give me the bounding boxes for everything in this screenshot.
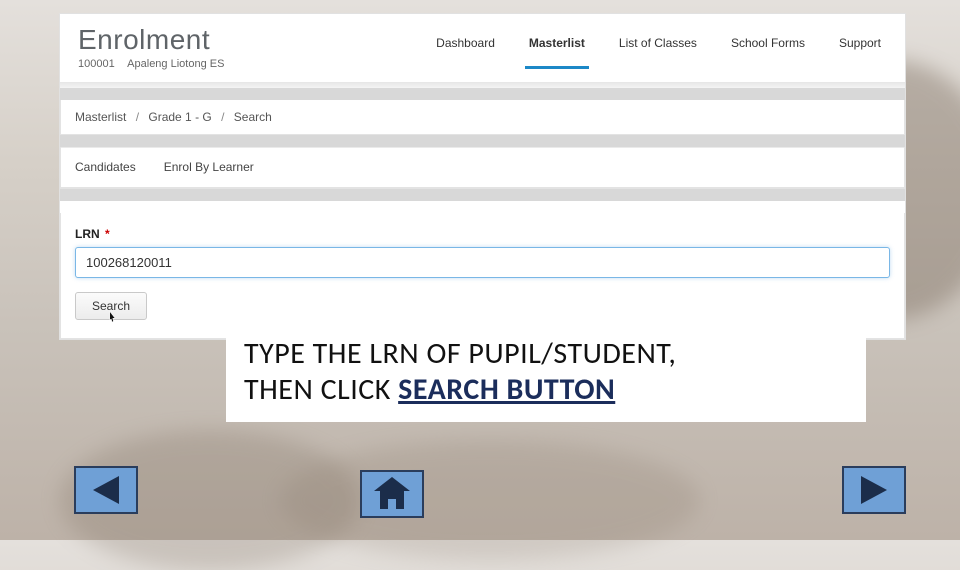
nav-tab-list-of-classes[interactable]: List of Classes [617, 30, 699, 68]
subtab-enrol-by-learner[interactable]: Enrol By Learner [164, 148, 254, 188]
brand-block: Enrolment 100001 Apaleng Liotong ES [60, 14, 242, 82]
panel-gap [60, 135, 905, 147]
breadcrumb-sep: / [221, 110, 224, 124]
home-icon [374, 479, 410, 509]
subtab-underline [61, 187, 904, 188]
instruction-callout: TYPE THE LRN OF PUPIL/STUDENT, THEN CLIC… [226, 328, 866, 422]
panel-gap [60, 189, 905, 201]
subtab-candidates[interactable]: Candidates [75, 148, 136, 188]
search-button[interactable]: Search [75, 292, 147, 320]
prev-slide-button[interactable] [74, 466, 138, 514]
instruction-line-1: TYPE THE LRN OF PUPIL/STUDENT, [244, 336, 848, 372]
background-blur [280, 440, 700, 560]
breadcrumb-item: Search [234, 110, 272, 124]
lrn-label-text: LRN [75, 227, 100, 241]
subtabs-panel: Candidates Enrol By Learner [60, 147, 905, 189]
sub-nav: Candidates Enrol By Learner [61, 147, 904, 188]
breadcrumb-sep: / [136, 110, 139, 124]
breadcrumb: Masterlist / Grade 1 - G / Search [61, 100, 904, 134]
school-name: Apaleng Liotong ES [127, 58, 224, 70]
nav-tab-dashboard[interactable]: Dashboard [434, 30, 497, 68]
page-title: Enrolment [78, 24, 224, 56]
panel-gap [60, 88, 905, 100]
nav-tab-masterlist[interactable]: Masterlist [527, 30, 587, 68]
instruction-line-2-prefix: THEN CLICK [244, 371, 398, 408]
main-nav: Dashboard Masterlist List of Classes Sch… [434, 14, 905, 68]
breadcrumb-item[interactable]: Grade 1 - G [148, 110, 211, 124]
nav-tab-school-forms[interactable]: School Forms [729, 30, 807, 68]
breadcrumb-item[interactable]: Masterlist [75, 110, 126, 124]
instruction-line-2-bold: SEARCH BUTTON [398, 371, 615, 408]
breadcrumb-panel: Masterlist / Grade 1 - G / Search [60, 100, 905, 135]
app-header: Enrolment 100001 Apaleng Liotong ES Dash… [60, 14, 905, 82]
required-indicator: * [105, 227, 110, 241]
arrow-right-icon [861, 476, 887, 504]
form-panel: LRN * Search [60, 213, 905, 339]
lrn-input[interactable] [75, 247, 890, 278]
home-slide-button[interactable] [360, 470, 424, 518]
app-window: Enrolment 100001 Apaleng Liotong ES Dash… [60, 14, 905, 339]
school-id: 100001 [78, 58, 115, 70]
arrow-left-icon [93, 476, 119, 504]
lrn-label: LRN * [75, 227, 890, 241]
school-subhead: 100001 Apaleng Liotong ES [78, 58, 224, 70]
nav-tab-support[interactable]: Support [837, 30, 883, 68]
instruction-line-2: THEN CLICK SEARCH BUTTON [244, 372, 848, 408]
next-slide-button[interactable] [842, 466, 906, 514]
